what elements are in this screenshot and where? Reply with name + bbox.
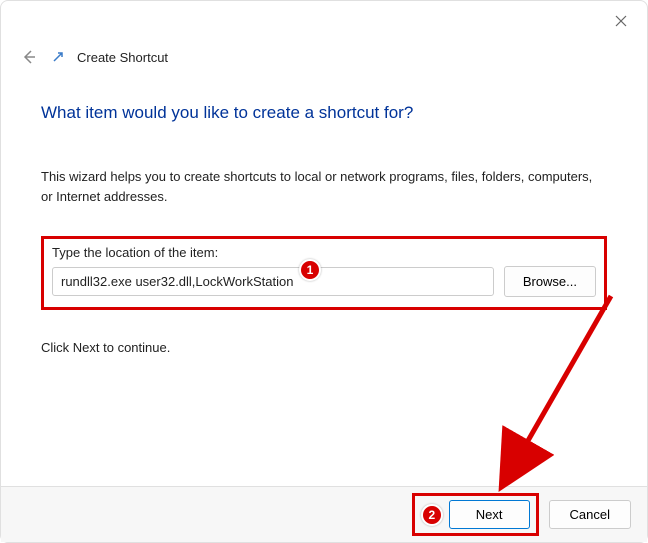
browse-button[interactable]: Browse... — [504, 266, 596, 297]
annotation-badge-2: 2 — [421, 504, 443, 526]
content-area: What item would you like to create a sho… — [1, 75, 647, 375]
back-button[interactable] — [19, 47, 39, 67]
next-button[interactable]: Next — [449, 500, 530, 529]
back-arrow-icon — [21, 49, 37, 65]
location-input-row: Browse... — [52, 266, 596, 297]
close-button[interactable] — [609, 9, 633, 33]
window-title: Create Shortcut — [77, 50, 168, 65]
annotation-badge-1: 1 — [299, 259, 321, 281]
next-button-highlight: 2 Next — [412, 493, 539, 536]
continue-text: Click Next to continue. — [41, 340, 607, 355]
location-section: Type the location of the item: Browse... — [41, 236, 607, 310]
page-heading: What item would you like to create a sho… — [41, 103, 607, 123]
footer: 2 Next Cancel — [1, 486, 647, 542]
wizard-description: This wizard helps you to create shortcut… — [41, 167, 607, 206]
location-input[interactable] — [52, 267, 494, 296]
close-icon — [615, 15, 627, 27]
titlebar: Create Shortcut — [1, 1, 647, 75]
cancel-button[interactable]: Cancel — [549, 500, 631, 529]
shortcut-icon — [51, 50, 65, 64]
location-label: Type the location of the item: — [52, 245, 596, 260]
